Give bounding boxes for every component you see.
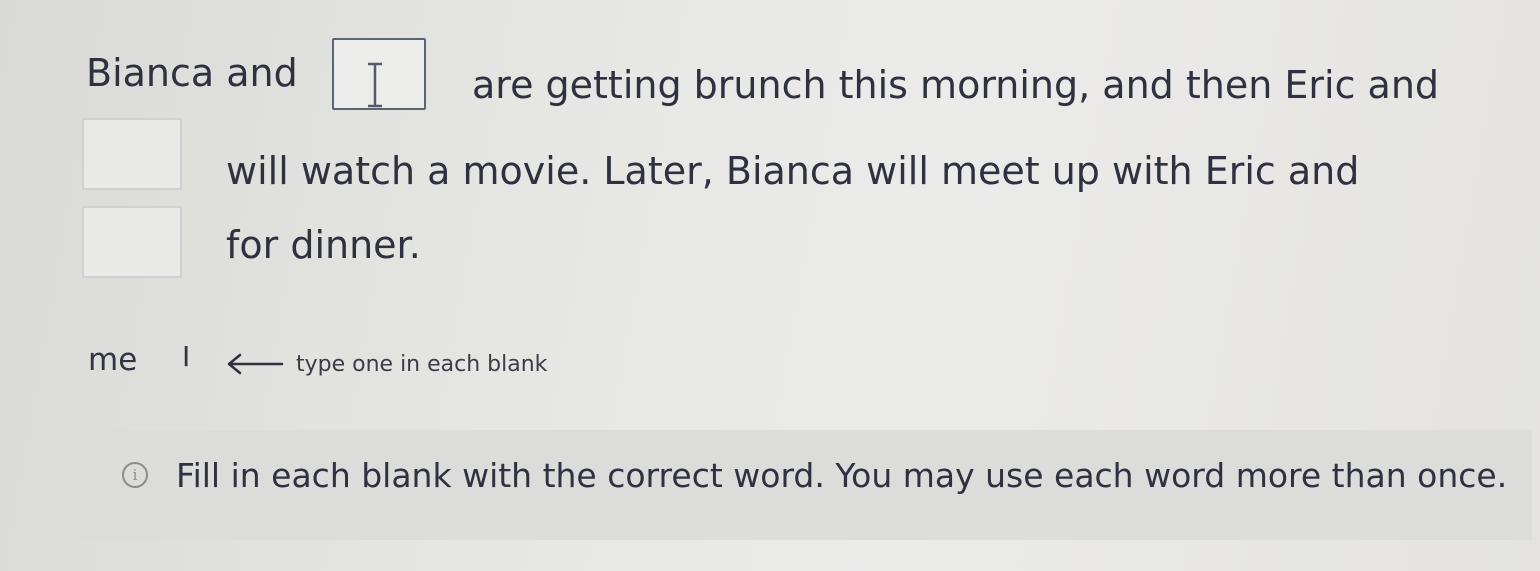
passage-line-1-start: Bianca and <box>86 48 298 98</box>
info-icon: i <box>122 462 148 488</box>
passage-text-line3: for dinner. <box>226 223 421 267</box>
passage-text-line2: will watch a movie. Later, Bianca will m… <box>226 149 1360 193</box>
passage-text-line1-rest: are getting brunch this morning, and the… <box>472 63 1440 107</box>
blank-1-input[interactable] <box>332 38 426 110</box>
word-bank: me I <box>88 338 190 382</box>
word-bank-hint: type one in each blank <box>296 352 548 377</box>
word-bank-item-i[interactable]: I <box>182 340 190 373</box>
text-cursor-icon <box>368 62 382 108</box>
passage-line-3: for dinner. <box>226 220 421 270</box>
left-arrow-icon <box>227 353 284 375</box>
word-bank-item-me[interactable]: me <box>88 342 137 378</box>
passage-line-1-end: are getting brunch this morning, and the… <box>472 60 1439 110</box>
instruction-text: Fill in each blank with the correct word… <box>176 456 1508 495</box>
blank-2-input[interactable] <box>82 118 182 190</box>
passage-line-2: will watch a movie. Later, Bianca will m… <box>226 146 1359 196</box>
instruction-banner: i Fill in each blank with the correct wo… <box>80 430 1532 540</box>
blank-3-input[interactable] <box>82 206 182 278</box>
passage-text-bianca-and: Bianca and <box>86 51 298 95</box>
